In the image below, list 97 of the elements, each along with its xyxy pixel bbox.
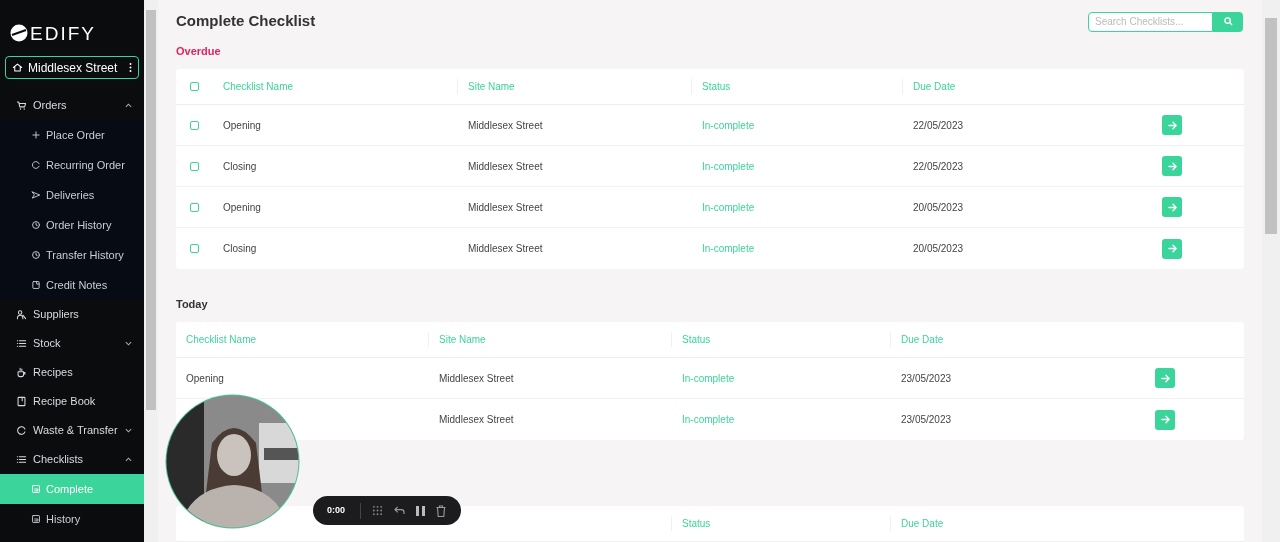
grid-icon[interactable] (372, 505, 383, 516)
table-cell: Middlesex Street (468, 160, 543, 172)
table-cell: 22/05/2023 (913, 119, 964, 131)
table-cell: Middlesex Street (468, 201, 543, 213)
open-button[interactable] (1155, 368, 1175, 388)
column-header: Status (682, 334, 711, 345)
open-button[interactable] (1162, 156, 1182, 176)
checkbox[interactable] (190, 82, 199, 91)
table-cell: 22/05/2023 (913, 160, 964, 172)
column-header: Due Date (901, 518, 944, 529)
checkbox[interactable] (190, 161, 199, 171)
people-icon (16, 309, 27, 320)
column-header: Site Name (439, 334, 486, 345)
nav-item[interactable]: Waste & Transfer (0, 416, 144, 445)
table-cell: Middlesex Street (468, 243, 543, 254)
nav-item[interactable]: Orders (0, 91, 144, 120)
trash-icon[interactable] (436, 504, 446, 517)
page-title: Complete Checklist (176, 11, 316, 32)
table-cell: Opening (223, 201, 261, 213)
more-icon (129, 63, 132, 72)
section-title: Today (176, 297, 209, 312)
arrow-right-icon (1166, 243, 1178, 254)
status-text: In-complete (682, 372, 735, 384)
panel-icon (31, 484, 41, 494)
arrow-right-icon (1166, 160, 1178, 172)
open-button[interactable] (1162, 238, 1182, 259)
site-selector[interactable]: Middlesex Street (5, 56, 139, 79)
book-icon (16, 396, 27, 407)
section-title: Overdue (176, 44, 222, 59)
nav-item[interactable]: Recipes (0, 358, 144, 387)
status-text: In-complete (702, 119, 755, 131)
logo-icon (10, 24, 28, 42)
pause-icon[interactable] (416, 505, 425, 516)
logo-text: EDIFY (30, 23, 96, 43)
nav-subitem[interactable]: Transfer History (0, 240, 144, 270)
list-icon (16, 454, 27, 465)
column-header: Due Date (913, 81, 956, 92)
plus-icon (31, 130, 41, 140)
status-text: In-complete (682, 414, 735, 425)
table-cell: 20/05/2023 (913, 243, 964, 254)
column-header: Status (702, 81, 731, 92)
status-text: In-complete (702, 243, 755, 254)
table-cell: Middlesex Street (439, 372, 514, 384)
list-icon (16, 338, 27, 349)
home-icon (12, 62, 23, 73)
table-cell: Closing (223, 243, 257, 254)
open-button[interactable] (1155, 409, 1175, 430)
nav-subitem[interactable]: History (0, 504, 144, 534)
column-header: Site Name (468, 81, 515, 92)
cart-icon (16, 100, 27, 111)
table-cell: 20/05/2023 (913, 201, 964, 213)
table-cell: Opening (223, 119, 261, 131)
nav-item[interactable]: Checklists (0, 445, 144, 474)
nav-item[interactable]: Suppliers (0, 300, 144, 329)
column-header: Checklist Name (223, 81, 294, 92)
status-text: In-complete (702, 160, 755, 172)
table-cell: Closing (223, 160, 257, 172)
scrollbar[interactable] (144, 0, 158, 542)
clock-icon (31, 250, 41, 260)
undo-icon[interactable] (394, 506, 405, 515)
search-icon (1223, 17, 1233, 26)
arrow-right-icon (1159, 414, 1171, 425)
clock-icon (31, 220, 41, 230)
recording-time: 0:00 (327, 503, 346, 517)
arrow-right-icon (1159, 372, 1171, 384)
refresh-icon (31, 160, 41, 170)
nav-subitem[interactable]: Order History (0, 210, 144, 240)
column-header: Checklist Name (186, 334, 257, 345)
checkbox[interactable] (190, 120, 199, 130)
checkbox[interactable] (190, 244, 199, 253)
search-field[interactable]: Search Checklists... (1088, 11, 1213, 32)
table-cell: 23/05/2023 (901, 372, 952, 384)
table-cell: Middlesex Street (439, 414, 514, 425)
search-button[interactable] (1213, 11, 1243, 32)
column-header: Status (682, 518, 711, 529)
open-button[interactable] (1162, 115, 1182, 135)
column-header: Due Date (901, 334, 944, 345)
table-cell: Middlesex Street (468, 119, 543, 131)
nav-subitem[interactable]: Place Order (0, 120, 144, 150)
table-cell: 23/05/2023 (901, 414, 952, 425)
arrow-right-icon (1166, 119, 1178, 131)
nav-item[interactable]: Stock (0, 329, 144, 358)
send-icon (31, 190, 41, 200)
status-text: In-complete (702, 201, 755, 213)
nav-item[interactable]: Recipe Book (0, 387, 144, 416)
scrollbar[interactable] (1262, 0, 1280, 542)
refresh-icon (16, 425, 27, 436)
nav-subitem[interactable]: Recurring Order (0, 150, 144, 180)
table-cell: Opening (186, 372, 224, 384)
open-button[interactable] (1162, 197, 1182, 217)
nav-subitem[interactable]: Credit Notes (0, 270, 144, 300)
nav-subitem[interactable]: Deliveries (0, 180, 144, 210)
document-icon (31, 280, 41, 290)
panel-icon (31, 514, 41, 524)
checkbox[interactable] (190, 202, 199, 212)
arrow-right-icon (1166, 201, 1178, 213)
cup-icon (16, 367, 27, 378)
